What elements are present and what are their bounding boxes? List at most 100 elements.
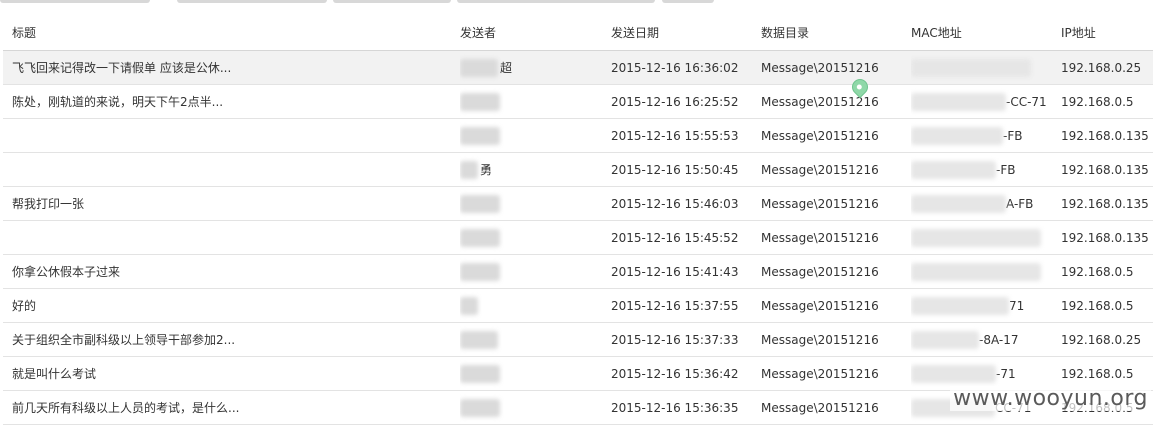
redacted-mac xyxy=(911,160,996,179)
column-header-sender[interactable]: 发送者 xyxy=(460,15,600,50)
cell-ip: 192.168.0.135 xyxy=(1061,162,1149,177)
redacted-mac xyxy=(911,364,996,383)
redacted-sender xyxy=(460,228,500,247)
redacted-sender xyxy=(460,364,500,383)
toolbar-tab-edge[interactable] xyxy=(662,0,714,3)
redacted-sender xyxy=(460,126,500,145)
redacted-mac xyxy=(911,262,1041,281)
cell-mac: A-FB xyxy=(911,187,1056,220)
column-header-ip[interactable]: IP地址 xyxy=(1061,15,1153,50)
cell-date: 2015-12-16 15:36:42 xyxy=(611,366,739,381)
cell-mac xyxy=(911,51,1056,84)
cell-directory: Message\20151216 xyxy=(761,366,879,381)
redacted-mac xyxy=(911,228,1041,247)
table-row[interactable]: 好的 2015-12-16 15:37:55 Message\20151216 71 1… xyxy=(3,289,1153,323)
column-header-directory[interactable]: 数据目录 xyxy=(761,15,901,50)
cell-ip: 192.168.0.135 xyxy=(1061,128,1149,143)
mac-visible-text: -CC-71 xyxy=(1006,94,1047,109)
cell-sender xyxy=(460,255,600,288)
mac-visible-text: 71 xyxy=(1009,298,1025,313)
cell-sender xyxy=(460,85,600,118)
cell-directory: Message\20151216 xyxy=(761,196,879,211)
cell-sender: 超 xyxy=(460,51,600,84)
cell-ip: 192.168.0.5 xyxy=(1061,298,1134,313)
cell-ip: 192.168.0.25 xyxy=(1061,60,1142,75)
table-row[interactable]: 关于组织全市副科级以上领导干部参加2... 2015-12-16 15:37:33… xyxy=(3,323,1153,357)
column-header-title[interactable]: 标题 xyxy=(12,15,452,50)
cell-title: 关于组织全市副科级以上领导干部参加2... xyxy=(12,333,236,347)
cell-ip: 192.168.0.135 xyxy=(1061,196,1149,211)
watermark: www.wooyun.org xyxy=(950,386,1151,411)
table-row[interactable]: 2015-12-16 15:45:52 Message\20151216 192.1… xyxy=(3,221,1153,255)
table-row[interactable]: 2015-12-16 15:55:53 Message\20151216 -FB 19… xyxy=(3,119,1153,153)
cell-sender xyxy=(460,323,600,356)
cell-title: 帮我打印一张 xyxy=(12,197,85,211)
cell-title xyxy=(12,153,452,186)
cell-mac: -FB xyxy=(911,119,1056,152)
cell-directory: Message\20151216 xyxy=(761,264,879,279)
cell-mac: -8A-17 xyxy=(911,323,1056,356)
cell-sender xyxy=(460,221,600,254)
cell-directory: Message\20151216 xyxy=(761,128,879,143)
mac-visible-text: -FB xyxy=(996,162,1016,177)
cell-title: 你拿公休假本子过来 xyxy=(12,265,121,279)
redacted-sender xyxy=(460,330,498,349)
redacted-mac xyxy=(911,330,979,349)
redacted-sender xyxy=(460,92,500,111)
cell-title xyxy=(12,119,452,152)
redacted-sender xyxy=(460,58,498,77)
table-row[interactable]: 勇 2015-12-16 15:50:45 Message\20151216 -FB 1… xyxy=(3,153,1153,187)
redacted-sender xyxy=(460,194,500,213)
redacted-mac xyxy=(911,126,1003,145)
message-table: 标题 发送者 发送日期 数据目录 MAC地址 IP地址 飞飞回来记得改一下请假单… xyxy=(3,15,1153,425)
redacted-sender xyxy=(460,262,500,281)
toolbar-tab-edge[interactable] xyxy=(333,0,451,3)
mac-visible-text: -71 xyxy=(996,366,1016,381)
redacted-sender xyxy=(460,398,500,417)
cell-sender xyxy=(460,119,600,152)
cell-title: 好的 xyxy=(12,299,37,313)
cell-date: 2015-12-16 15:36:35 xyxy=(611,400,739,415)
table-row[interactable]: 帮我打印一张 2015-12-16 15:46:03 Message\2015121… xyxy=(3,187,1153,221)
table-row[interactable]: 陈处，刚轨道的来说，明天下午2点半... 2015-12-16 16:25:52 M… xyxy=(3,85,1153,119)
cell-sender xyxy=(460,391,600,424)
toolbar-tab-edge[interactable] xyxy=(457,0,655,3)
cell-ip: 192.168.0.25 xyxy=(1061,332,1142,347)
cell-date: 2015-12-16 15:46:03 xyxy=(611,196,739,211)
cell-sender xyxy=(460,289,600,322)
mac-visible-text: -8A-17 xyxy=(979,332,1019,347)
cell-date: 2015-12-16 15:37:33 xyxy=(611,332,739,347)
table-body: 飞飞回来记得改一下请假单 应该是公休... 超 2015-12-16 16:36:0… xyxy=(3,51,1153,425)
cell-directory: Message\20151216 xyxy=(761,332,879,347)
cell-mac xyxy=(911,221,1056,254)
cell-title xyxy=(12,221,452,254)
redacted-sender xyxy=(460,296,478,315)
cell-mac: 71 xyxy=(911,289,1056,322)
cell-mac xyxy=(911,255,1056,288)
cell-mac: -FB xyxy=(911,153,1056,186)
cell-title: 陈处，刚轨道的来说，明天下午2点半... xyxy=(12,95,224,109)
toolbar-tab-edge[interactable] xyxy=(0,0,150,3)
column-header-date[interactable]: 发送日期 xyxy=(611,15,756,50)
cell-directory: Message\20151216 xyxy=(761,94,879,109)
cell-directory: Message\20151216 xyxy=(761,60,879,75)
table-row[interactable]: 你拿公休假本子过来 2015-12-16 15:41:43 Message\2015… xyxy=(3,255,1153,289)
cell-date: 2015-12-16 15:45:52 xyxy=(611,230,739,245)
cell-sender xyxy=(460,357,600,390)
table-row[interactable]: 飞飞回来记得改一下请假单 应该是公休... 超 2015-12-16 16:36:0… xyxy=(3,51,1153,85)
cell-date: 2015-12-16 16:36:02 xyxy=(611,60,739,75)
sender-visible-text: 勇 xyxy=(480,163,493,177)
cell-directory: Message\20151216 xyxy=(761,400,879,415)
column-header-mac[interactable]: MAC地址 xyxy=(911,15,1056,50)
cell-directory: Message\20151216 xyxy=(761,230,879,245)
cell-mac: -CC-71 xyxy=(911,85,1056,118)
sender-visible-text: 超 xyxy=(500,61,513,75)
mac-visible-text: -FB xyxy=(1003,128,1023,143)
cell-title: 前几天所有科级以上人员的考试，是什么... xyxy=(12,401,240,415)
redacted-sender xyxy=(460,160,478,179)
cell-ip: 192.168.0.5 xyxy=(1061,94,1134,109)
toolbar-tab-edge[interactable] xyxy=(177,0,327,3)
cell-sender xyxy=(460,187,600,220)
cell-title: 飞飞回来记得改一下请假单 应该是公休... xyxy=(12,61,232,75)
redacted-mac xyxy=(911,194,1006,213)
